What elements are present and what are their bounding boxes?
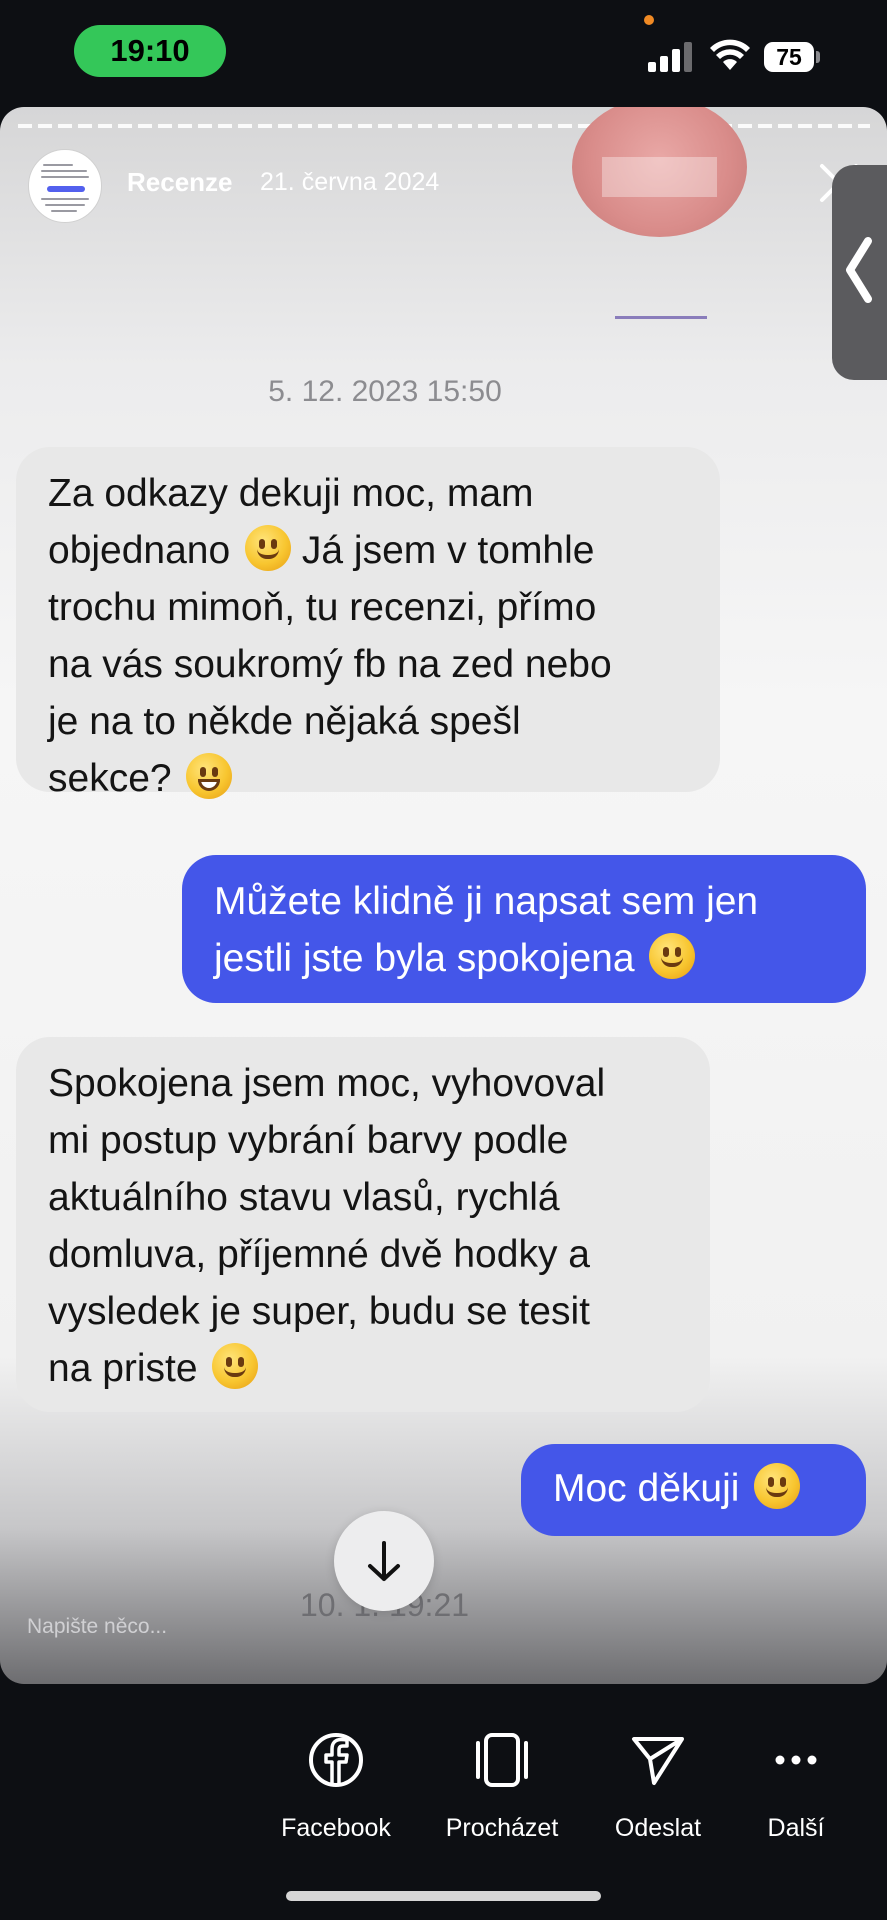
slightly-smiling-emoji-icon [245, 525, 292, 571]
privacy-indicator-dot [644, 15, 654, 25]
slightly-smiling-emoji-icon [754, 1463, 801, 1509]
story-progress-bar [18, 124, 870, 128]
message-line: Moc děkuji [553, 1467, 740, 1510]
message-bubble-outgoing: Moc děkuji [521, 1444, 866, 1536]
grinning-emoji-icon [186, 753, 233, 799]
message-line: je na to někde nějaká spešl [48, 700, 521, 743]
message-line: na priste [48, 1347, 198, 1390]
message-line: domluva, příjemné dvě hodky a [48, 1233, 590, 1276]
share-more-label: Další [767, 1814, 825, 1842]
message-line: objednano [48, 529, 231, 572]
send-icon [632, 1737, 684, 1785]
message-line: aktuálního stavu vlasů, rychlá [48, 1176, 560, 1219]
message-line: jestli jste byla spokojena [214, 937, 635, 980]
share-browse-label: Procházet [445, 1814, 559, 1842]
share-browse-button[interactable]: Procházet [427, 1730, 577, 1843]
status-time[interactable]: 19:10 [74, 25, 226, 77]
screenshot-divider [615, 316, 707, 319]
message-bubble-incoming: Za odkazy dekuji moc, mam objednano Já j… [16, 447, 720, 800]
message-line: Spokojena jsem moc, vyhovoval [48, 1062, 606, 1105]
message-line: trochu mimoň, tu recenzi, přímo [48, 586, 597, 629]
share-send-label: Odeslat [614, 1814, 702, 1842]
reply-input[interactable]: Napište něco... [27, 1615, 167, 1639]
slightly-smiling-emoji-icon [212, 1343, 259, 1389]
product-label [602, 157, 717, 197]
story-username[interactable]: Recenze [127, 167, 233, 198]
slightly-smiling-emoji-icon [649, 933, 696, 979]
share-more-button[interactable]: Další [721, 1730, 871, 1843]
wifi-icon [710, 39, 750, 70]
message-bubble-incoming: Spokojena jsem moc, vyhovoval mi postup … [16, 1037, 710, 1412]
cellular-signal-icon [648, 42, 694, 72]
more-icon [775, 1755, 817, 1765]
story-date: 21. června 2024 [260, 168, 440, 196]
message-line: vysledek je super, budu se tesit [48, 1290, 590, 1333]
arrow-down-icon [368, 1541, 400, 1581]
share-facebook-label: Facebook [281, 1814, 391, 1842]
chat-timestamp: 5. 12. 2023 15:50 [268, 375, 502, 408]
share-bar: Facebook Procházet Odeslat Další [0, 1684, 887, 1920]
browse-icon [476, 1733, 528, 1787]
scroll-down-button[interactable] [334, 1511, 434, 1611]
message-line: Za odkazy dekuji moc, mam [48, 472, 534, 515]
battery-tip [816, 51, 820, 63]
facebook-icon [309, 1733, 363, 1787]
message-line: mi postup vybrání barvy podle [48, 1119, 569, 1162]
battery-level: 75 [764, 42, 814, 72]
product-jar-image [572, 107, 747, 237]
message-line: Já jsem v tomhle [301, 529, 595, 572]
message-line: sekce? [48, 757, 172, 800]
message-line: na vás soukromý fb na zed nebo [48, 643, 612, 686]
story-avatar[interactable] [28, 149, 102, 223]
side-panel-tab[interactable] [832, 165, 887, 380]
message-line: Můžete klidně ji napsat sem jen [214, 880, 759, 923]
share-facebook-button[interactable]: Facebook [261, 1730, 411, 1843]
share-send-button[interactable]: Odeslat [583, 1730, 733, 1843]
message-bubble-outgoing: Můžete klidně ji napsat sem jen jestli j… [182, 855, 866, 1003]
story-viewer[interactable]: Recenze 21. června 2024 5. 12. 2023 15:5… [0, 107, 887, 1684]
chevron-left-icon [846, 237, 872, 303]
home-indicator[interactable] [286, 1891, 601, 1901]
status-bar: 19:10 75 [0, 0, 887, 105]
